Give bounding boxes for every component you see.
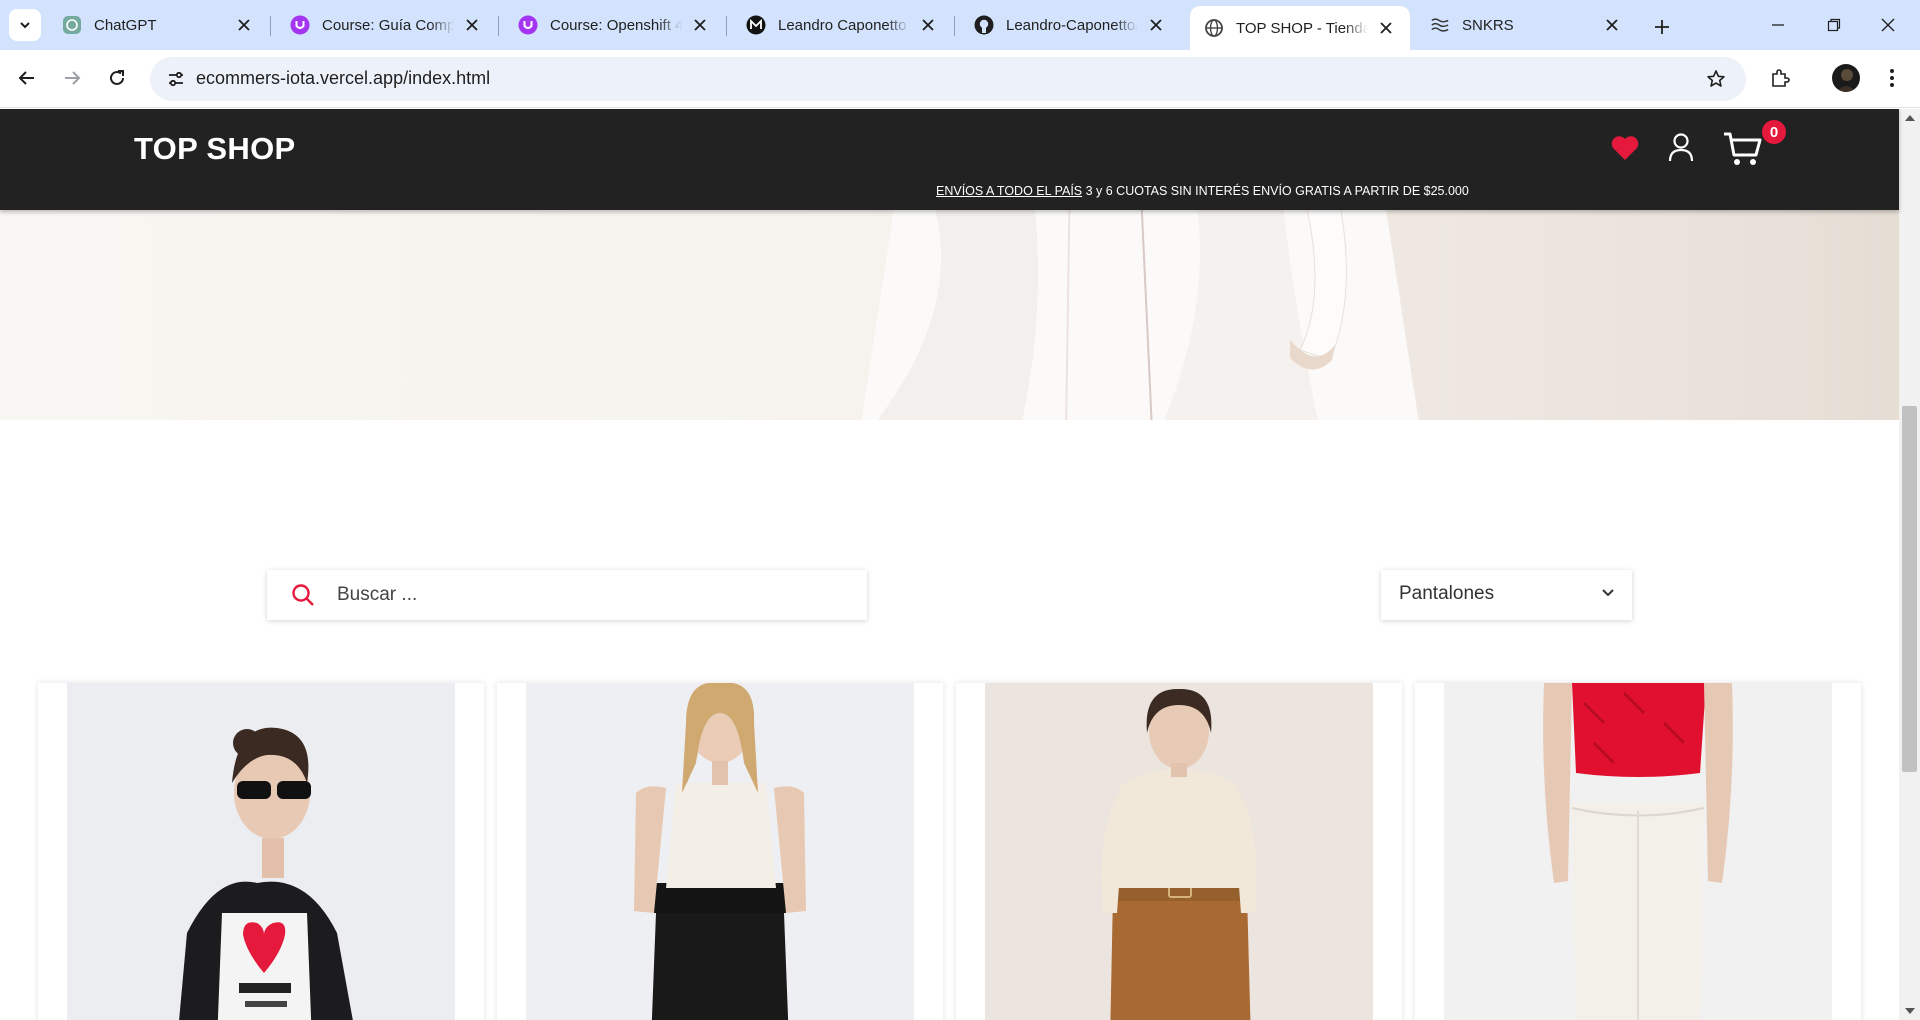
close-icon[interactable]: [918, 15, 938, 35]
tab-separator: [954, 16, 955, 36]
extensions-button[interactable]: [1764, 62, 1796, 94]
product-card[interactable]: [956, 683, 1402, 1020]
chevron-down-icon: [1602, 589, 1614, 597]
minimize-icon: [1772, 24, 1784, 26]
tab-course-openshift[interactable]: Course: Openshift 4 c: [504, 6, 724, 44]
product-card[interactable]: [497, 683, 943, 1020]
back-button[interactable]: [11, 62, 43, 94]
arrow-right-icon: [65, 71, 81, 85]
browser-menu-button[interactable]: [1876, 62, 1908, 94]
close-icon[interactable]: [1602, 15, 1622, 35]
close-icon[interactable]: [462, 15, 482, 35]
search-bar[interactable]: [267, 570, 867, 620]
tab-separator: [498, 16, 499, 36]
tab-snkrs[interactable]: SNKRS: [1416, 6, 1636, 44]
close-icon[interactable]: [690, 15, 710, 35]
tab-course-guia[interactable]: Course: Guía Completa: [276, 6, 496, 44]
puzzle-icon: [1772, 69, 1790, 87]
tab-leandro-github[interactable]: Leandro-Caponetto/: [960, 6, 1180, 44]
restore-button[interactable]: [1810, 8, 1858, 42]
close-icon[interactable]: [1376, 18, 1396, 38]
nike-icon: [1430, 15, 1450, 35]
category-selected-value: Pantalones: [1399, 583, 1495, 604]
browser-toolbar: ecommers-iota.vercel.app/index.html: [0, 50, 1920, 108]
url-text: ecommers-iota.vercel.app/index.html: [196, 68, 491, 88]
page-scrollbar[interactable]: [1899, 109, 1920, 1020]
account-button[interactable]: [1668, 132, 1694, 162]
tab-title: Leandro-Caponetto/: [1006, 16, 1138, 34]
category-select[interactable]: Pantalones: [1381, 570, 1632, 620]
site-header: TOP SHOP 0 ENVÍOS A TODO EL PAÍS 3 y 6 C…: [0, 109, 1899, 210]
udemy-icon: [518, 15, 538, 35]
tab-search-button[interactable]: [9, 9, 41, 41]
promo-banner: ENVÍOS A TODO EL PAÍS 3 y 6 CUOTAS SIN I…: [936, 184, 1469, 198]
forward-button[interactable]: [56, 62, 88, 94]
udemy-icon: [290, 15, 310, 35]
chevron-down-icon: [20, 22, 30, 29]
tab-title: Course: Openshift 4 c: [550, 16, 682, 34]
user-icon: [1668, 133, 1694, 162]
tab-title: ChatGPT: [94, 16, 157, 34]
search-icon: [292, 584, 314, 606]
tab-title: TOP SHOP - Tienda d: [1236, 19, 1368, 37]
site-info-icon[interactable]: [160, 63, 192, 95]
favorites-button[interactable]: [1611, 135, 1639, 161]
reload-button[interactable]: [101, 62, 133, 94]
window-close-button[interactable]: [1864, 8, 1912, 42]
product-image[interactable]: [1444, 683, 1832, 1020]
address-bar[interactable]: ecommers-iota.vercel.app/index.html: [150, 57, 1746, 101]
tab-title: SNKRS: [1462, 16, 1514, 34]
product-image[interactable]: [526, 683, 914, 1020]
search-input[interactable]: [337, 582, 837, 608]
kebab-menu-icon: [1890, 69, 1894, 87]
minimize-button[interactable]: [1754, 8, 1802, 42]
browser-tab-strip: ChatGPT Course: Guía Completa Course: Op…: [0, 0, 1920, 50]
product-image[interactable]: [985, 683, 1373, 1020]
tab-separator: [726, 16, 727, 36]
arrow-left-icon: [18, 71, 34, 85]
plus-icon: [1655, 20, 1669, 34]
scroll-up-arrow-icon[interactable]: [1905, 115, 1915, 121]
cart-button[interactable]: [1723, 131, 1763, 167]
cart-count-badge: 0: [1762, 120, 1786, 144]
promo-link[interactable]: ENVÍOS A TODO EL PAÍS: [936, 184, 1082, 198]
tab-title: Course: Guía Completa: [322, 16, 454, 34]
close-icon[interactable]: [1146, 15, 1166, 35]
github-icon: [974, 15, 994, 35]
promo-text: 3 y 6 CUOTAS SIN INTERÉS ENVÍO GRATIS A …: [1082, 184, 1469, 198]
medium-icon: [746, 15, 766, 35]
tab-title: Leandro Caponetto |: [778, 16, 910, 34]
product-card[interactable]: [1415, 683, 1861, 1020]
avatar-icon: [1837, 69, 1856, 92]
tab-separator: [270, 16, 271, 36]
bookmark-star-icon[interactable]: [1700, 63, 1732, 95]
globe-icon: [1204, 18, 1224, 38]
profile-avatar[interactable]: [1832, 64, 1860, 92]
new-tab-button[interactable]: [1648, 13, 1676, 41]
reload-icon: [110, 70, 124, 85]
heart-icon: [1611, 136, 1639, 160]
chatgpt-icon: [62, 15, 82, 35]
tab-chatgpt[interactable]: ChatGPT: [48, 6, 268, 44]
tab-leandro-medium[interactable]: Leandro Caponetto |: [732, 6, 952, 44]
shopping-cart-icon: [1724, 132, 1762, 165]
scrollbar-thumb[interactable]: [1902, 406, 1917, 772]
hero-banner: [0, 210, 1899, 420]
product-image[interactable]: [67, 683, 455, 1020]
hero-model-image: [861, 210, 1419, 420]
tab-top-shop[interactable]: TOP SHOP - Tienda d: [1190, 6, 1410, 50]
product-card[interactable]: [38, 683, 484, 1020]
scroll-down-arrow-icon[interactable]: [1905, 1008, 1915, 1014]
close-icon: [1881, 18, 1895, 32]
site-logo[interactable]: TOP SHOP: [134, 131, 295, 167]
close-icon[interactable]: [234, 15, 254, 35]
page-viewport: TOP SHOP 0 ENVÍOS A TODO EL PAÍS 3 y 6 C…: [0, 109, 1920, 1020]
restore-icon: [1827, 18, 1841, 32]
